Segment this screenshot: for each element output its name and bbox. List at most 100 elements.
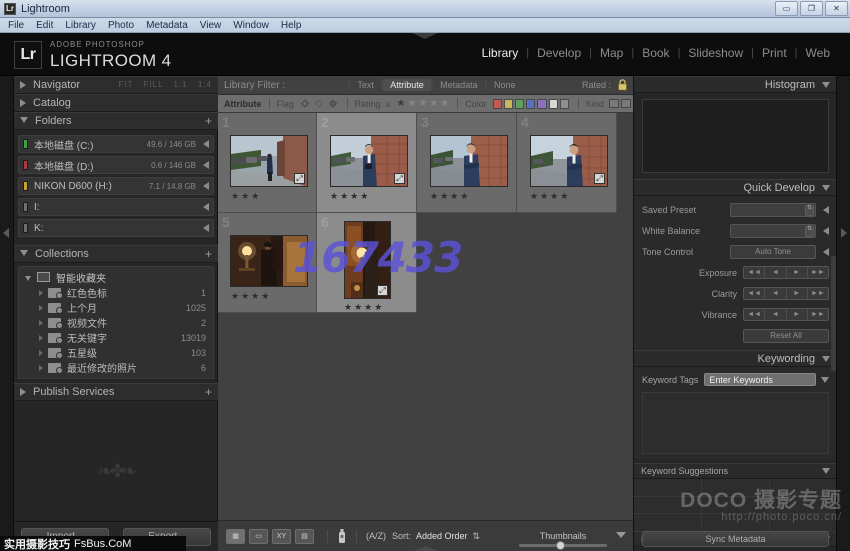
navigator-1-4[interactable]: 1:4 <box>198 80 212 89</box>
flag-unflagged-icon[interactable] <box>314 98 324 109</box>
menu-metadata[interactable]: Metadata <box>146 20 188 31</box>
clarity-dec-large[interactable]: ◄◄ <box>744 288 765 299</box>
histogram-graph[interactable] <box>642 99 829 173</box>
color-swatch-purple[interactable] <box>537 99 546 109</box>
stepper-icon[interactable]: ⇅ <box>805 205 814 216</box>
flag-pick-icon[interactable] <box>300 98 310 109</box>
menu-photo[interactable]: Photo <box>108 20 134 31</box>
menu-library[interactable]: Library <box>65 20 96 31</box>
grid-cell[interactable]: 4 <box>517 113 617 213</box>
survey-view-button[interactable]: ▤ <box>295 529 314 544</box>
minimize-button[interactable]: ▭ <box>775 1 798 16</box>
add-collection-button[interactable]: + <box>205 249 212 260</box>
clarity-dec-small[interactable]: ◄ <box>765 288 786 299</box>
thumbnail-image[interactable]: ⤢ <box>230 135 308 187</box>
vibrance-dec-small[interactable]: ◄ <box>765 309 786 320</box>
sidebar-section-collections[interactable]: Collections + <box>14 245 218 263</box>
module-book[interactable]: Book <box>634 46 677 60</box>
folder-expand-icon[interactable] <box>203 224 209 232</box>
rating-star-3[interactable]: ★ <box>418 98 427 109</box>
list-item[interactable]: 视频文件 2 <box>19 315 213 330</box>
crop-badge-icon[interactable]: ⤢ <box>294 173 305 184</box>
rating-star-2[interactable]: ★ <box>407 98 416 109</box>
filter-tab-metadata[interactable]: Metadata <box>433 79 485 91</box>
add-publish-service-button[interactable]: + <box>205 387 212 398</box>
grid-cell[interactable]: 3 <box>417 113 517 213</box>
lock-icon[interactable] <box>617 79 628 91</box>
spray-can-icon[interactable] <box>337 528 347 544</box>
folder-row[interactable]: I: <box>18 198 214 216</box>
list-item[interactable]: 红色色标 1 <box>19 285 213 300</box>
module-web[interactable]: Web <box>798 46 838 60</box>
identity-plate[interactable]: Lr ADOBE PHOTOSHOP LIGHTROOM 4 <box>14 41 172 69</box>
panel-section-keywording[interactable]: Keywording <box>634 350 837 367</box>
slider-track[interactable] <box>519 544 607 547</box>
chevron-down-icon[interactable] <box>821 377 829 383</box>
folder-expand-icon[interactable] <box>203 182 209 190</box>
filter-tab-text[interactable]: Text <box>350 79 381 91</box>
navigator-fit[interactable]: FIT <box>118 80 133 89</box>
keyword-text-area[interactable] <box>642 392 829 454</box>
thumbnail-image[interactable]: ⤢ <box>530 135 608 187</box>
vibrance-inc-large[interactable]: ►► <box>808 309 828 320</box>
sidebar-section-catalog[interactable]: Catalog <box>14 94 218 112</box>
chevron-down-icon[interactable] <box>822 356 830 362</box>
color-swatch-yellow[interactable] <box>504 99 513 109</box>
module-map[interactable]: Map <box>592 46 631 60</box>
thumbnail-image[interactable]: ⤢ <box>330 135 408 187</box>
slider-knob[interactable] <box>556 541 565 550</box>
expand-icon[interactable] <box>823 206 829 214</box>
navigator-fill[interactable]: FILL <box>144 80 164 89</box>
sync-metadata-button[interactable]: Sync Metadata <box>642 531 829 547</box>
left-panel-collapse-icon[interactable] <box>3 228 9 238</box>
crop-badge-icon[interactable]: ⤢ <box>377 285 388 296</box>
sidebar-section-publish-services[interactable]: Publish Services + <box>14 383 218 401</box>
restore-button[interactable]: ❐ <box>800 1 823 16</box>
exposure-dec-small[interactable]: ◄ <box>765 267 786 278</box>
folder-row[interactable]: K: <box>18 219 214 237</box>
menu-file[interactable]: File <box>8 20 24 31</box>
rating-star-5[interactable]: ★ <box>440 98 449 109</box>
folder-row[interactable]: 本地磁盘 (D:) 0.6 / 146 GB <box>18 156 214 174</box>
color-swatch-none[interactable] <box>549 99 558 109</box>
module-develop[interactable]: Develop <box>529 46 589 60</box>
module-print[interactable]: Print <box>754 46 795 60</box>
module-library[interactable]: Library <box>474 46 527 60</box>
add-folder-button[interactable]: + <box>205 116 212 127</box>
keyword-suggestions-grid[interactable] <box>634 479 837 531</box>
keyword-input[interactable]: Enter Keywords <box>704 373 816 386</box>
menu-window[interactable]: Window <box>233 20 269 31</box>
rating-stars[interactable]: ★★★★ <box>430 191 470 202</box>
list-item[interactable]: 最近修改的照片 6 <box>19 360 213 375</box>
top-panel-toggle[interactable] <box>412 33 438 40</box>
thumbnail-grid[interactable]: 1 <box>218 113 633 520</box>
rating-stars[interactable]: ★★★★ <box>344 302 384 313</box>
folder-row[interactable]: 本地磁盘 (C:) 49.6 / 146 GB <box>18 135 214 153</box>
menu-view[interactable]: View <box>200 20 222 31</box>
close-button[interactable]: ✕ <box>825 1 848 16</box>
rating-stars[interactable]: ★★★★ <box>330 191 370 202</box>
flag-reject-icon[interactable] <box>328 98 338 109</box>
kind-master-photo-icon[interactable] <box>609 99 619 108</box>
clarity-inc-small[interactable]: ► <box>787 288 808 299</box>
right-panel-edge[interactable] <box>836 76 850 551</box>
sort-caret-icon[interactable]: ⇅ <box>473 531 481 542</box>
sort-direction-icon[interactable]: (A/Z) <box>366 531 386 541</box>
kind-virtual-copy-icon[interactable] <box>621 99 631 108</box>
chevron-down-icon[interactable] <box>822 468 830 474</box>
white-balance-select[interactable]: ⇅ <box>730 224 816 238</box>
right-panel-scrollbar[interactable] <box>831 256 836 371</box>
filmstrip-toggle[interactable] <box>414 545 438 551</box>
right-panel-collapse-icon[interactable] <box>841 228 847 238</box>
sort-value[interactable]: Added Order <box>416 531 468 541</box>
clarity-inc-large[interactable]: ►► <box>808 288 828 299</box>
grid-cell[interactable]: 1 <box>218 113 317 213</box>
filter-tab-attribute[interactable]: Attribute <box>383 79 431 91</box>
stepper-icon[interactable]: ⇅ <box>805 226 814 237</box>
grid-cell[interactable]: 2 <box>317 113 417 213</box>
compare-view-button[interactable]: XY <box>272 529 291 544</box>
rating-star-4[interactable]: ★ <box>429 98 438 109</box>
folder-expand-icon[interactable] <box>203 161 209 169</box>
exposure-stepper[interactable]: ◄◄ ◄ ► ►► <box>743 266 829 279</box>
exposure-dec-large[interactable]: ◄◄ <box>744 267 765 278</box>
